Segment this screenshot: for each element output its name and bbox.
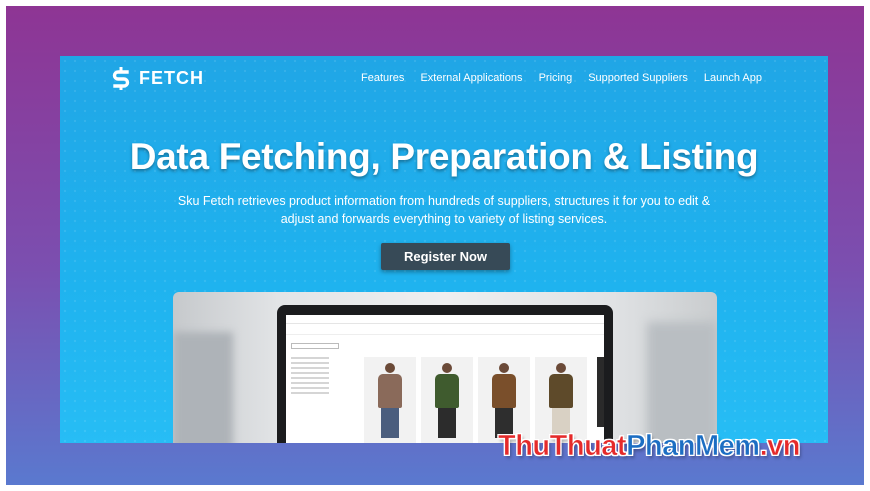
nav-link-supported-suppliers[interactable]: Supported Suppliers — [588, 72, 688, 84]
product-card — [421, 357, 473, 443]
nav-link-features[interactable]: Features — [361, 72, 404, 84]
filter-line — [291, 372, 330, 374]
filter-line — [291, 392, 330, 394]
background-blur-right — [647, 322, 717, 443]
side-tab — [597, 357, 604, 427]
sort-select — [291, 343, 339, 349]
watermark-part-3: .vn — [759, 430, 801, 463]
top-navigation: FETCH Features External Applications Pri… — [60, 56, 828, 102]
filter-line — [291, 387, 330, 389]
dollar-s-icon — [112, 67, 130, 90]
nav-links: Features External Applications Pricing S… — [361, 72, 762, 84]
brand-logo[interactable]: FETCH — [110, 66, 204, 90]
filter-line — [291, 367, 330, 369]
filter-line — [291, 362, 330, 364]
nav-link-pricing[interactable]: Pricing — [539, 72, 573, 84]
model-figure — [378, 363, 402, 441]
background-blur-left — [173, 332, 233, 443]
nav-link-launch-app[interactable]: Launch App — [704, 72, 762, 84]
monitor-screen — [286, 315, 604, 443]
hero-title: Data Fetching, Preparation & Listing — [129, 136, 759, 177]
register-now-button[interactable]: Register Now — [381, 243, 510, 270]
fetch-landing-page: FETCH Features External Applications Pri… — [60, 56, 828, 443]
nav-link-external-applications[interactable]: External Applications — [420, 72, 522, 84]
shop-menu-bar — [286, 324, 604, 335]
product-card — [364, 357, 416, 443]
watermark-part-1: ThuThuat — [498, 430, 627, 463]
shop-filter-panel — [291, 340, 339, 397]
filter-line — [291, 357, 330, 359]
filter-line — [291, 377, 330, 379]
product-screenshot-photo — [173, 292, 717, 443]
model-figure — [435, 363, 459, 441]
watermark-part-2: PhanMem — [626, 430, 761, 463]
hero-subtitle: Sku Fetch retrieves product information … — [177, 194, 711, 226]
monitor-image — [277, 305, 613, 443]
watermark-logo: ThuThuatPhanMem.vn — [498, 430, 801, 463]
brand-name: FETCH — [139, 67, 204, 88]
filter-line — [291, 382, 330, 384]
shop-top-bar — [286, 315, 604, 324]
